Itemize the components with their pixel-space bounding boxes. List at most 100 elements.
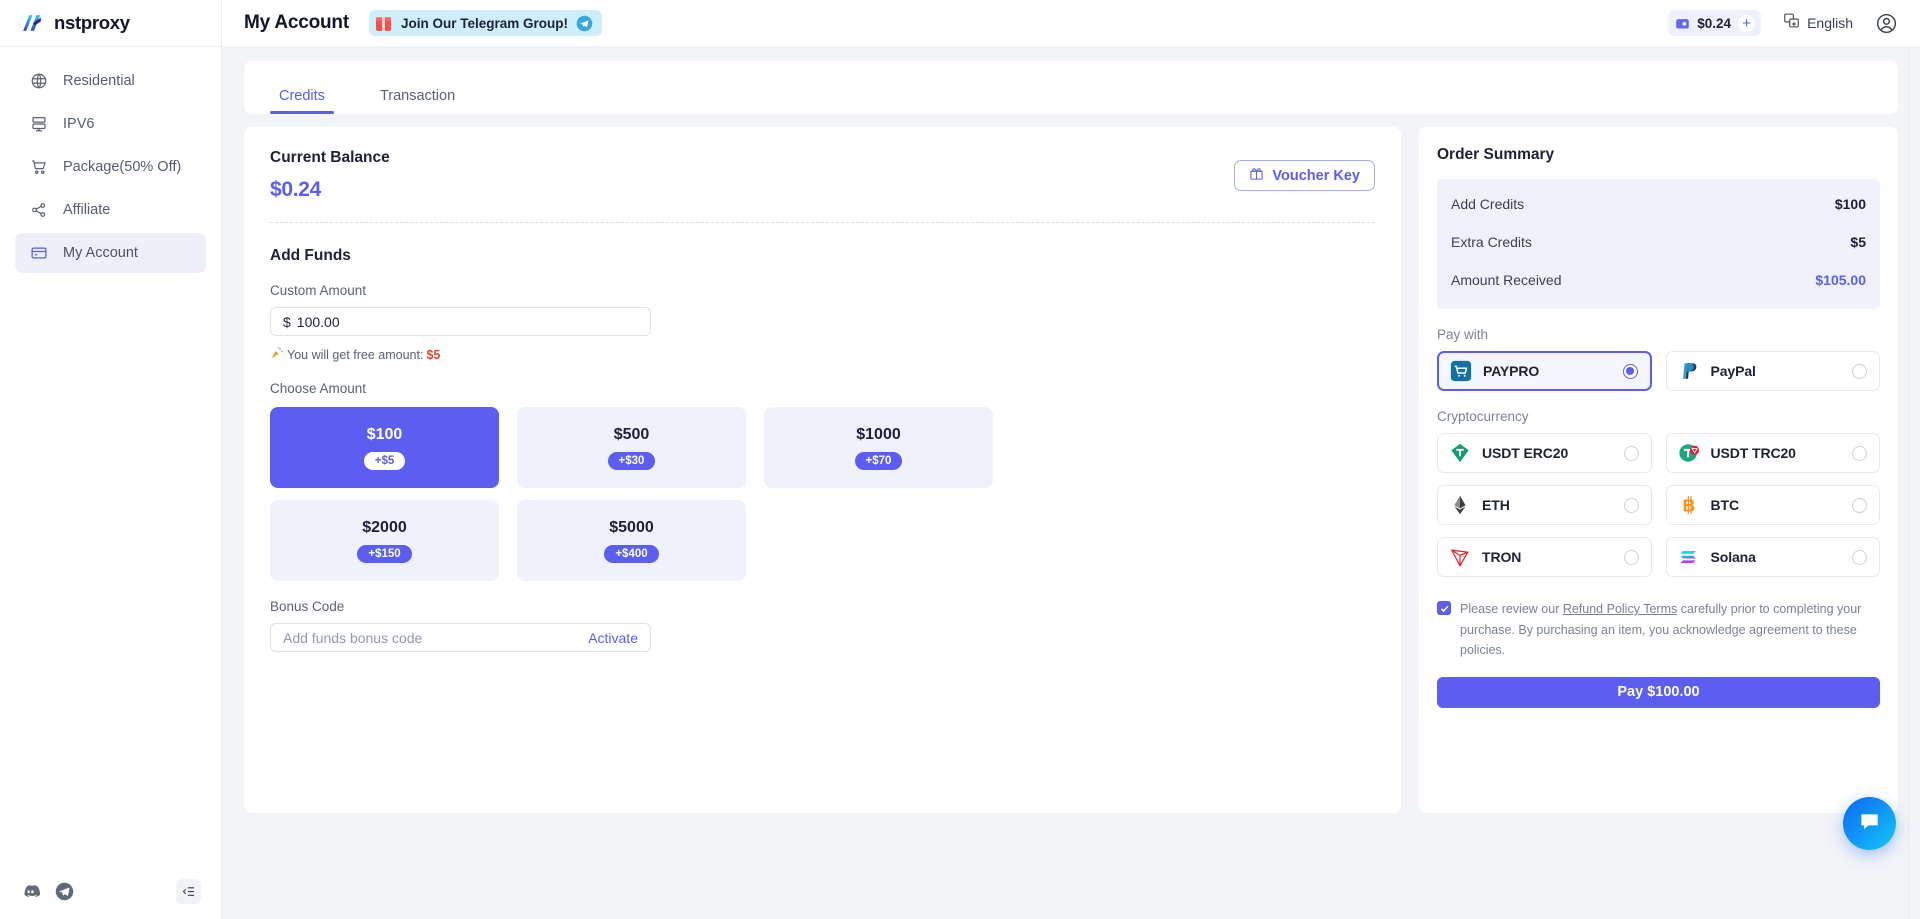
refund-policy-link[interactable]: Refund Policy Terms bbox=[1563, 602, 1677, 616]
app-root: nstproxy Residential IPV6 Package(50% Of… bbox=[0, 0, 1920, 919]
bonus-code-input[interactable] bbox=[283, 629, 589, 646]
current-balance-label: Current Balance bbox=[270, 149, 390, 166]
order-summary-key: Amount Received bbox=[1451, 272, 1562, 288]
ethereum-icon bbox=[1449, 494, 1471, 516]
nstproxy-logo-icon bbox=[20, 11, 45, 36]
crypto-option-solana[interactable]: Solana bbox=[1665, 537, 1880, 577]
amount-option-bonus: +$400 bbox=[604, 544, 659, 563]
amount-option-value: $500 bbox=[613, 425, 650, 443]
pay-button[interactable]: Pay $100.00 bbox=[1437, 676, 1880, 708]
translate-icon bbox=[1783, 12, 1800, 34]
bonus-code-field[interactable]: Activate bbox=[270, 623, 651, 652]
pay-option-paypal[interactable]: PayPal bbox=[1665, 351, 1880, 391]
amount-option-bonus: +$70 bbox=[854, 451, 903, 470]
crypto-option-eth[interactable]: ETH bbox=[1437, 485, 1652, 525]
crypto-option-btc[interactable]: B BTC bbox=[1665, 485, 1880, 525]
free-amount-note: You will get free amount: $5 bbox=[270, 346, 1375, 363]
activate-button[interactable]: Activate bbox=[588, 630, 638, 646]
divider bbox=[270, 222, 1375, 223]
party-popper-icon bbox=[270, 346, 284, 363]
choose-amount-label: Choose Amount bbox=[270, 381, 367, 396]
amount-option[interactable]: $500 +$30 bbox=[517, 407, 746, 488]
add-funds-plus-icon[interactable]: + bbox=[1738, 14, 1756, 32]
crypto-option-radio[interactable] bbox=[1852, 445, 1867, 461]
content-area: Credits Transaction Current Balance $0.2… bbox=[222, 47, 1920, 919]
tab-transaction[interactable]: Transaction bbox=[371, 88, 464, 114]
usdt-trc20-icon bbox=[1678, 442, 1700, 464]
tab-bar: Credits Transaction bbox=[244, 61, 1898, 114]
crypto-option-radio[interactable] bbox=[1852, 549, 1867, 565]
crypto-option-radio[interactable] bbox=[1623, 445, 1639, 461]
pay-option-label: PayPal bbox=[1710, 363, 1756, 379]
amount-option-value: $2000 bbox=[362, 518, 407, 536]
sidebar-item-package[interactable]: Package(50% Off) bbox=[15, 147, 206, 187]
brand-name: nstproxy bbox=[54, 12, 130, 33]
free-amount-value: $5 bbox=[426, 347, 441, 362]
balance-pill[interactable]: $0.24 + bbox=[1668, 10, 1762, 36]
crypto-option-usdt-trc20[interactable]: USDT TRC20 bbox=[1665, 433, 1880, 473]
sidebar-item-residential[interactable]: Residential bbox=[15, 61, 206, 101]
telegram-icon[interactable] bbox=[54, 881, 75, 902]
sidebar-item-affiliate[interactable]: Affiliate bbox=[15, 190, 206, 230]
brand[interactable]: nstproxy bbox=[0, 0, 221, 47]
sidebar-item-label: Residential bbox=[63, 73, 135, 89]
amount-option[interactable]: $2000 +$150 bbox=[270, 500, 499, 581]
amount-option[interactable]: $100 +$5 bbox=[270, 407, 499, 488]
tab-credits[interactable]: Credits bbox=[270, 88, 334, 114]
crypto-option-radio[interactable] bbox=[1623, 549, 1639, 565]
usdt-erc20-icon bbox=[1449, 442, 1471, 464]
page-scrollbar[interactable] bbox=[1908, 47, 1920, 919]
chat-bubble-icon bbox=[1858, 810, 1881, 838]
crypto-option-radio[interactable] bbox=[1623, 497, 1639, 513]
sidebar: nstproxy Residential IPV6 Package(50% Of… bbox=[0, 0, 222, 919]
sidebar-item-my-account[interactable]: My Account bbox=[15, 233, 206, 273]
voucher-key-label: Voucher Key bbox=[1272, 167, 1360, 184]
custom-amount-field[interactable]: $ bbox=[270, 307, 651, 336]
amount-option[interactable]: $5000 +$400 bbox=[517, 500, 746, 581]
order-summary-key: Extra Credits bbox=[1451, 234, 1532, 250]
wallet-icon bbox=[1675, 16, 1690, 31]
voucher-key-button[interactable]: Voucher Key bbox=[1234, 160, 1375, 191]
telegram-banner-label: Join Our Telegram Group! bbox=[400, 15, 568, 31]
language-selector[interactable]: English bbox=[1783, 12, 1853, 34]
amount-options-grid: $100 +$5 $500 +$30 $1000 +$70 $2000 +$15… bbox=[270, 407, 1375, 581]
gift-outline-icon bbox=[1249, 166, 1264, 185]
paypal-icon bbox=[1678, 360, 1700, 382]
crypto-methods-grid: USDT ERC20 USDT TRC20 ETH BTC TRON Solan… bbox=[1437, 433, 1880, 577]
order-summary-row: Add Credits $100 bbox=[1451, 185, 1866, 223]
crypto-option-label: USDT TRC20 bbox=[1710, 445, 1796, 461]
crypto-option-label: USDT ERC20 bbox=[1482, 445, 1569, 461]
order-summary-key: Add Credits bbox=[1451, 196, 1525, 212]
terms-checkbox[interactable] bbox=[1437, 601, 1451, 615]
globe-icon bbox=[29, 72, 48, 91]
sidebar-footer bbox=[0, 863, 221, 919]
custom-amount-input[interactable] bbox=[296, 313, 638, 330]
crypto-option-radio[interactable] bbox=[1852, 497, 1867, 513]
amount-option-bonus: +$5 bbox=[363, 451, 406, 470]
order-summary-title: Order Summary bbox=[1437, 146, 1555, 163]
terms-text-part1: Please review our bbox=[1460, 602, 1563, 616]
crypto-option-usdt-erc20[interactable]: USDT ERC20 bbox=[1437, 433, 1652, 473]
sidebar-item-ipv6[interactable]: IPV6 bbox=[15, 104, 206, 144]
crypto-option-tron[interactable]: TRON bbox=[1437, 537, 1652, 577]
discord-icon[interactable] bbox=[20, 881, 41, 902]
chat-widget-button[interactable] bbox=[1843, 797, 1896, 850]
order-summary-value: $100 bbox=[1834, 196, 1866, 212]
page-title: My Account bbox=[244, 12, 349, 33]
telegram-banner[interactable]: Join Our Telegram Group! bbox=[368, 10, 602, 36]
user-circle-icon[interactable] bbox=[1875, 12, 1898, 35]
pay-option-paypro[interactable]: PAYPRO bbox=[1437, 351, 1652, 391]
credit-card-icon bbox=[29, 244, 48, 263]
amount-option[interactable]: $1000 +$70 bbox=[764, 407, 993, 488]
bitcoin-icon: B bbox=[1678, 494, 1700, 516]
telegram-send-icon bbox=[576, 15, 593, 32]
collapse-sidebar-icon[interactable] bbox=[176, 878, 201, 904]
custom-amount-label: Custom Amount bbox=[270, 283, 367, 298]
balance-amount: $0.24 bbox=[1697, 15, 1732, 31]
current-balance-value: $0.24 bbox=[270, 178, 322, 201]
bonus-code-label: Bonus Code bbox=[270, 599, 345, 614]
pay-option-radio[interactable] bbox=[1622, 363, 1638, 379]
pay-option-radio[interactable] bbox=[1852, 363, 1867, 379]
amount-option-value: $5000 bbox=[609, 518, 654, 536]
order-summary-value: $105.00 bbox=[1815, 272, 1866, 288]
